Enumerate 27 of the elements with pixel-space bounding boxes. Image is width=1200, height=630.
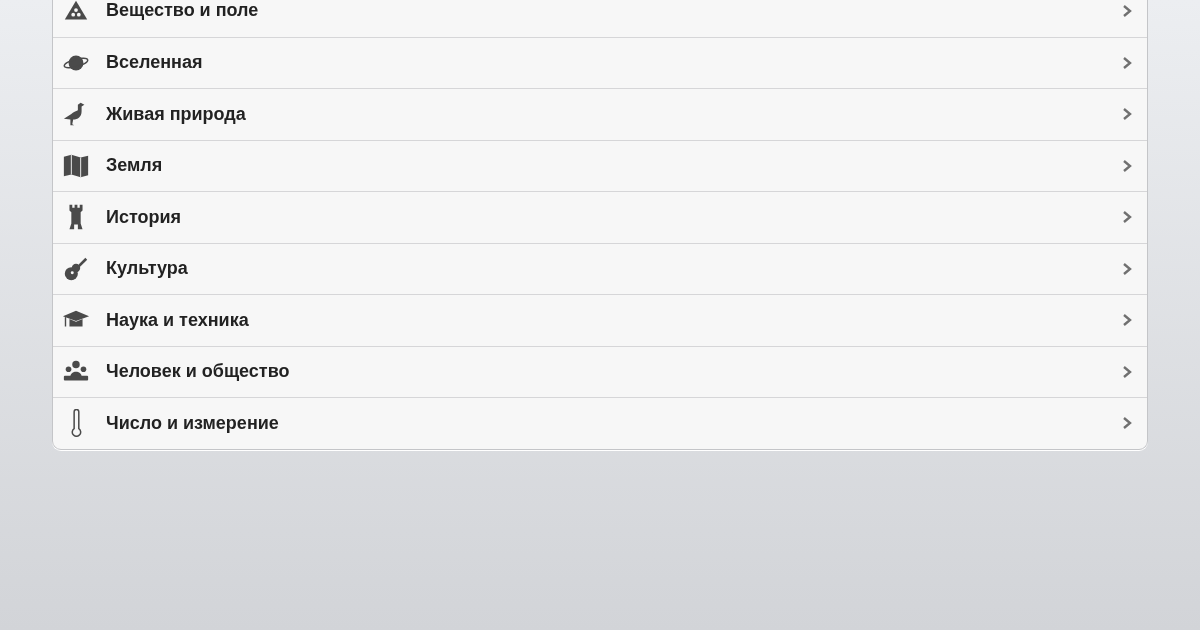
category-row[interactable]: Наука и техника bbox=[53, 294, 1147, 346]
chevron-icon bbox=[1121, 261, 1133, 276]
chevron-icon bbox=[1121, 416, 1133, 431]
chevron-icon bbox=[1121, 3, 1133, 18]
category-label: История bbox=[106, 205, 183, 229]
category-row[interactable]: Культура bbox=[53, 242, 1147, 294]
chevron-icon bbox=[1121, 158, 1133, 173]
category-label: Земля bbox=[106, 154, 164, 178]
chevron-icon bbox=[1121, 107, 1133, 122]
category-label: Живая природа bbox=[106, 102, 247, 126]
category-row[interactable]: Вещество и поле bbox=[53, 0, 1147, 37]
category-row[interactable]: Число и измерение bbox=[53, 397, 1147, 449]
category-label: Наука и техника bbox=[106, 308, 250, 332]
category-label: Вещество и поле bbox=[106, 0, 260, 23]
chevron-icon bbox=[1121, 313, 1133, 328]
category-label: Число и измерение bbox=[106, 411, 280, 435]
category-row[interactable]: Человек и общество bbox=[53, 345, 1147, 397]
category-label: Культура bbox=[106, 257, 189, 281]
chevron-icon bbox=[1121, 55, 1133, 70]
category-row[interactable]: Земля bbox=[53, 139, 1147, 191]
category-row[interactable]: Вселенная bbox=[53, 36, 1147, 88]
chevron-icon bbox=[1121, 364, 1133, 379]
category-row[interactable]: Живая природа bbox=[53, 88, 1147, 140]
category-row[interactable]: История bbox=[53, 191, 1147, 243]
category-label: Человек и общество bbox=[106, 360, 291, 384]
category-label: Вселенная bbox=[106, 51, 204, 75]
chevron-icon bbox=[1121, 210, 1133, 225]
